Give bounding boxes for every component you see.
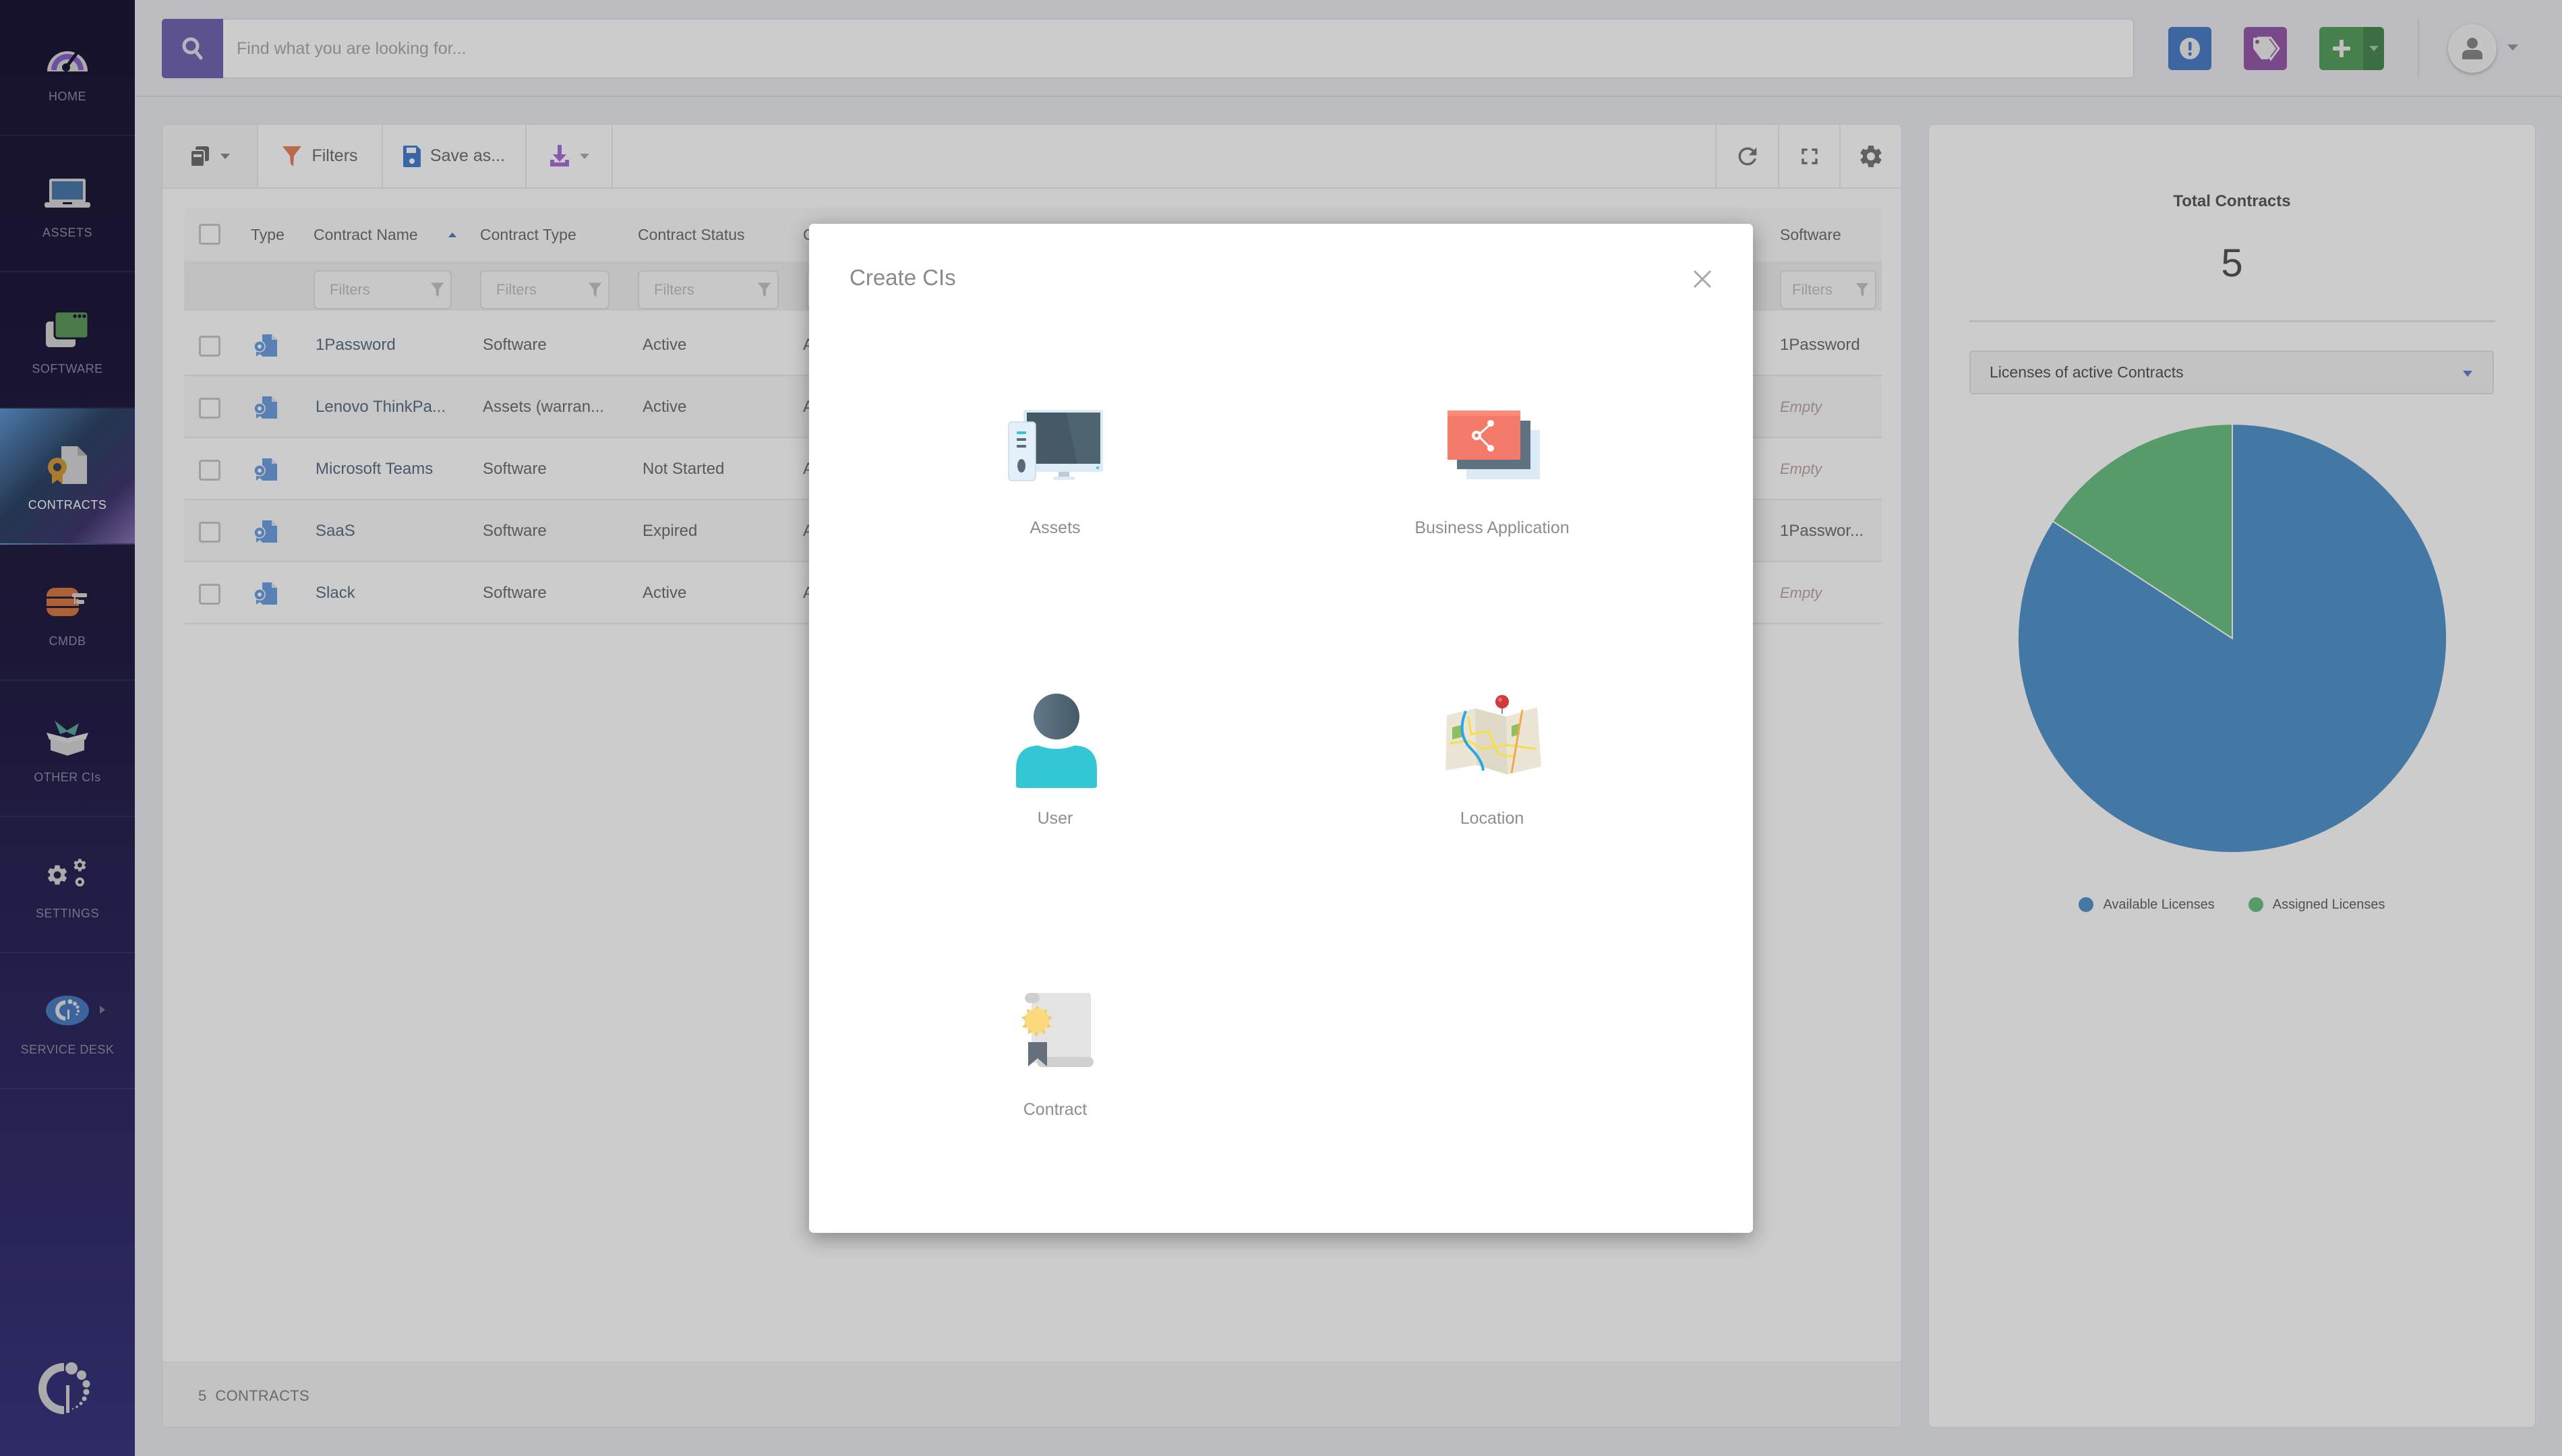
ci-type-label: User	[1037, 809, 1073, 828]
certificate-icon	[1021, 993, 1094, 1067]
create-ci-business-application[interactable]: Business Application	[1357, 394, 1627, 555]
create-ci-contract[interactable]: Contract	[920, 979, 1190, 1141]
ci-type-label: Location	[1460, 809, 1524, 828]
business-application-icon	[1448, 411, 1540, 479]
create-ci-user[interactable]: User	[920, 687, 1190, 849]
create-cis-dialog: Create CIs Assets Business Application U…	[809, 224, 1753, 1233]
dialog-title: Create CIs	[850, 265, 956, 290]
ci-type-label: Business Application	[1414, 518, 1570, 537]
user-icon	[1016, 694, 1097, 788]
create-ci-assets[interactable]: Assets	[920, 394, 1190, 555]
map-location-icon	[1446, 695, 1541, 775]
ci-type-label: Contract	[1023, 1100, 1088, 1119]
ci-type-label: Assets	[1030, 518, 1081, 537]
close-icon[interactable]	[1692, 269, 1712, 289]
create-ci-location[interactable]: Location	[1357, 687, 1627, 849]
computer-icon	[1008, 410, 1103, 481]
